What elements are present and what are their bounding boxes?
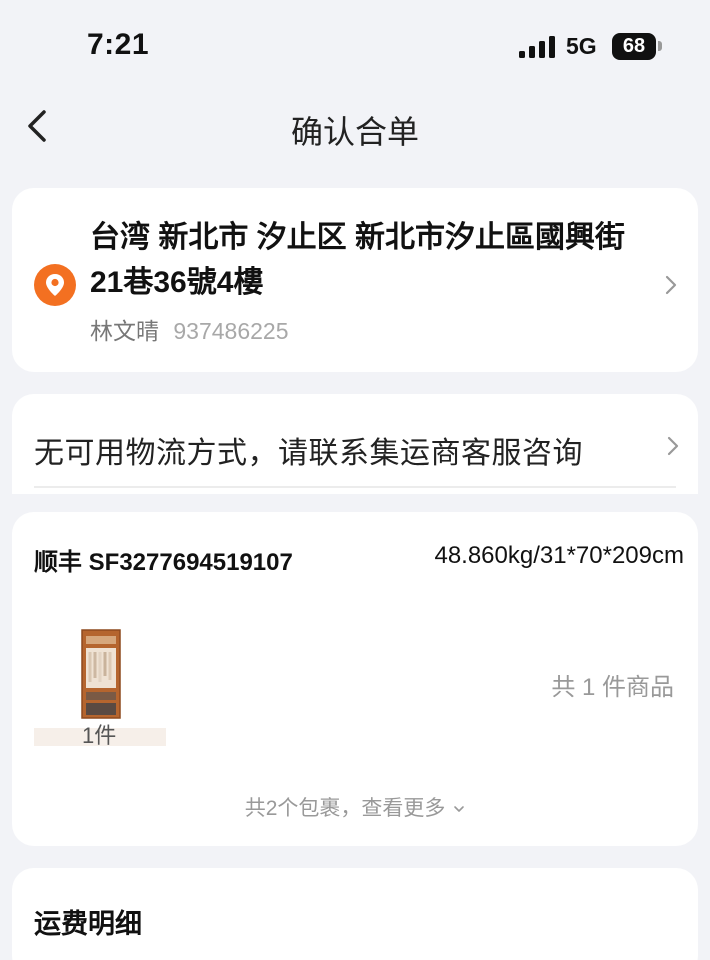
divider [34,486,676,488]
package-tracking: 顺丰 SF3277694519107 [34,549,293,576]
page-title: 确认合单 [290,114,419,150]
address-text: 台湾 新北市 汐止区 新北市汐止區國興街21巷36號4樓 [90,221,626,299]
signal-icon [519,36,555,58]
contact-info: 林文晴 937486225 [90,312,289,346]
battery-nub [658,41,662,51]
item-count: 共 1 件商品 [551,674,674,701]
package-card: 顺丰 SF3277694519107 48.860kg/31*70*209cm … [12,512,698,846]
network-type: 5G [566,33,597,59]
address-card[interactable]: 台湾 新北市 汐止区 新北市汐止區國興街21巷36號4樓 林文晴 9374862… [12,188,698,372]
status-bar: 7:21 5G 68 [0,0,710,92]
status-time: 7:21 [87,28,150,61]
shipping-fee-card: 运费明细 [12,868,698,960]
chevron-right-icon [665,275,677,295]
contact-name: 林文晴 [90,318,159,344]
chevron-right-icon [667,436,679,456]
location-pin-icon [34,264,76,306]
item-quantity: 1件 [82,723,117,748]
view-more-label: 共2个包裹，查看更多 [244,797,446,820]
chevron-down-icon [454,806,465,813]
logistics-card[interactable]: 无可用物流方式，请联系集运商客服咨询 [12,394,698,494]
battery-icon: 68 [612,33,656,60]
contact-phone: 937486225 [173,318,289,344]
shipping-fee-title: 运费明细 [34,909,142,939]
logistics-message: 无可用物流方式，请联系集运商客服咨询 [34,437,583,470]
view-more-packages-link[interactable]: 共2个包裹，查看更多 [12,792,698,822]
package-weight-dims: 48.860kg/31*70*209cm [434,542,684,569]
